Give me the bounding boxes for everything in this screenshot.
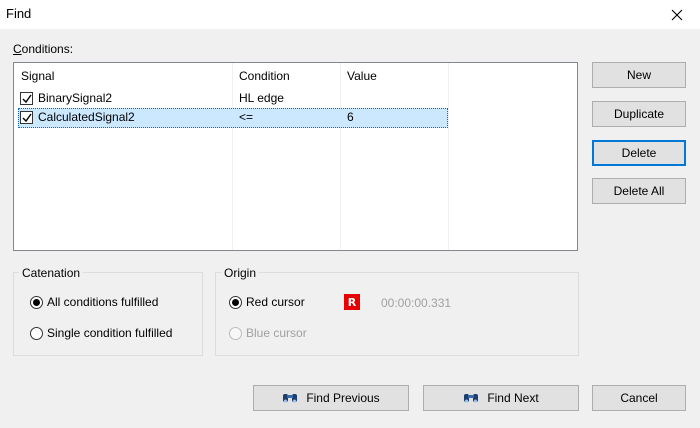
catenation-title: Catenation [19,266,84,280]
delete-button-label: Delete [621,146,657,160]
conditions-label: Conditions: [13,42,74,56]
radio-blue-cursor-label: Blue cursor [246,326,307,340]
red-cursor-badge: R [344,294,360,310]
delete-button[interactable]: Delete [592,140,686,166]
radio-single-condition-label: Single condition fulfilled [47,326,173,340]
column-header-condition[interactable]: Condition [239,69,290,83]
window-title: Find [6,6,32,21]
binoculars-icon [282,391,298,405]
cancel-label: Cancel [620,391,658,405]
find-previous-label: Find Previous [306,391,380,405]
row-signal: CalculatedSignal2 [38,110,135,124]
new-button[interactable]: New [592,62,686,88]
catenation-group [13,272,203,356]
origin-group [215,272,579,356]
find-next-label: Find Next [487,391,539,405]
radio-blue-cursor[interactable]: Blue cursor [229,326,307,340]
delete-all-button-label: Delete All [613,184,665,198]
new-button-label: New [626,68,651,82]
delete-all-button[interactable]: Delete All [592,178,686,204]
binoculars-icon [463,391,479,405]
radio-button[interactable] [30,295,43,309]
row-value: 6 [347,110,354,124]
radio-single-condition[interactable]: Single condition fulfilled [30,326,172,340]
radio-dot-icon [232,298,239,306]
origin-title: Origin [221,266,260,280]
radio-red-cursor-label: Red cursor [246,295,305,309]
column-divider [448,63,449,250]
find-next-button[interactable]: Find Next [423,385,579,411]
conditions-list[interactable]: Signal Condition Value BinarySignal2 HL … [13,62,578,251]
radio-button[interactable] [229,326,242,340]
close-button[interactable] [654,0,700,29]
radio-button[interactable] [229,295,242,309]
cancel-button[interactable]: Cancel [592,385,686,411]
duplicate-button[interactable]: Duplicate [592,101,686,127]
row-condition: <= [239,110,254,124]
checkmark-icon [22,94,32,104]
radio-red-cursor[interactable]: Red cursor [229,295,305,309]
column-header-signal[interactable]: Signal [21,69,54,83]
condition-row[interactable]: BinarySignal2 HL edge [18,89,448,109]
radio-button[interactable] [30,326,43,340]
duplicate-button-label: Duplicate [613,107,665,121]
row-checkbox[interactable] [20,92,33,105]
find-previous-button[interactable]: Find Previous [253,385,409,411]
title-bar: Find [0,0,700,29]
row-condition: HL edge [239,91,284,105]
row-signal: BinarySignal2 [38,91,113,105]
radio-dot-icon [33,298,40,306]
radio-all-conditions[interactable]: All conditions fulfilled [30,295,158,309]
red-cursor-time: 00:00:00.331 [381,296,452,310]
column-header-value[interactable]: Value [347,69,377,83]
close-icon [671,9,683,20]
condition-row-selected[interactable]: CalculatedSignal2 <= 6 [18,108,448,128]
checkmark-icon [22,113,32,123]
row-checkbox[interactable] [20,111,33,124]
radio-all-conditions-label: All conditions fulfilled [47,295,159,309]
